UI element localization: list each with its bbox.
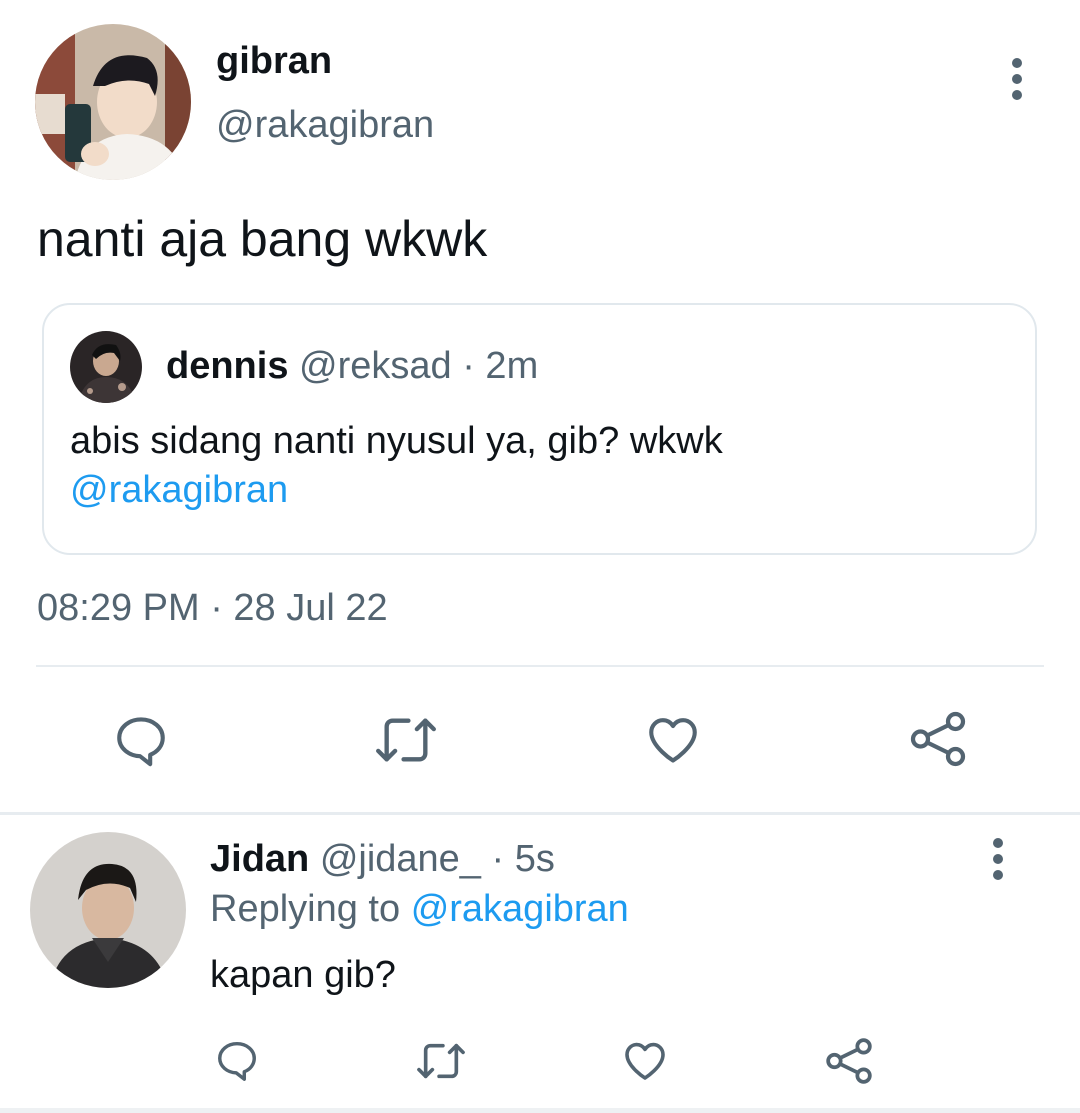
quoted-text-body: abis sidang nanti nyusul ya, gib? wkwk bbox=[70, 420, 723, 462]
avatar[interactable] bbox=[35, 24, 191, 180]
author-name[interactable]: gibran bbox=[216, 40, 332, 83]
quoted-tweet-header: dennis @reksad · 2m bbox=[166, 345, 538, 388]
more-options-icon[interactable] bbox=[988, 838, 1008, 880]
quoted-tweet-card[interactable]: dennis @reksad · 2m abis sidang nanti ny… bbox=[42, 303, 1037, 555]
tweet-text: nanti aja bang wkwk bbox=[37, 211, 488, 267]
quoted-tweet-text: abis sidang nanti nyusul ya, gib? wkwk @… bbox=[70, 417, 1010, 515]
divider bbox=[0, 1108, 1080, 1113]
reply-icon[interactable] bbox=[214, 1037, 260, 1083]
like-icon[interactable] bbox=[620, 1037, 670, 1085]
quoted-author-name[interactable]: dennis bbox=[166, 345, 288, 387]
retweet-icon[interactable] bbox=[372, 711, 440, 769]
share-icon[interactable] bbox=[824, 1036, 874, 1086]
reply-text: kapan gib? bbox=[210, 954, 396, 996]
replying-to-mention[interactable]: @rakagibran bbox=[411, 888, 629, 930]
mention-link[interactable]: @rakagibran bbox=[70, 466, 1010, 515]
reply-icon[interactable] bbox=[112, 711, 170, 769]
share-icon[interactable] bbox=[908, 709, 968, 769]
reply-header: Jidan @jidane_ · 5s bbox=[210, 838, 555, 881]
reply-author-name[interactable]: Jidan bbox=[210, 838, 309, 880]
avatar[interactable] bbox=[30, 832, 186, 988]
retweet-icon[interactable] bbox=[413, 1038, 469, 1084]
quoted-handle-time: @reksad · 2m bbox=[299, 345, 539, 387]
divider bbox=[36, 665, 1044, 667]
replying-to-label: Replying to bbox=[210, 888, 401, 930]
replying-to-line: Replying to @rakagibran bbox=[210, 888, 629, 931]
divider bbox=[0, 812, 1080, 815]
more-options-icon[interactable] bbox=[1007, 58, 1027, 100]
like-icon[interactable] bbox=[643, 711, 703, 769]
reply-handle-time: @jidane_ · 5s bbox=[319, 838, 555, 880]
avatar[interactable] bbox=[70, 331, 142, 403]
tweet-timestamp[interactable]: 08:29 PM · 28 Jul 22 bbox=[37, 587, 388, 630]
tweet-detail-page: gibran @rakagibran nanti aja bang wkwk d… bbox=[0, 0, 1080, 1113]
author-handle[interactable]: @rakagibran bbox=[216, 104, 434, 147]
